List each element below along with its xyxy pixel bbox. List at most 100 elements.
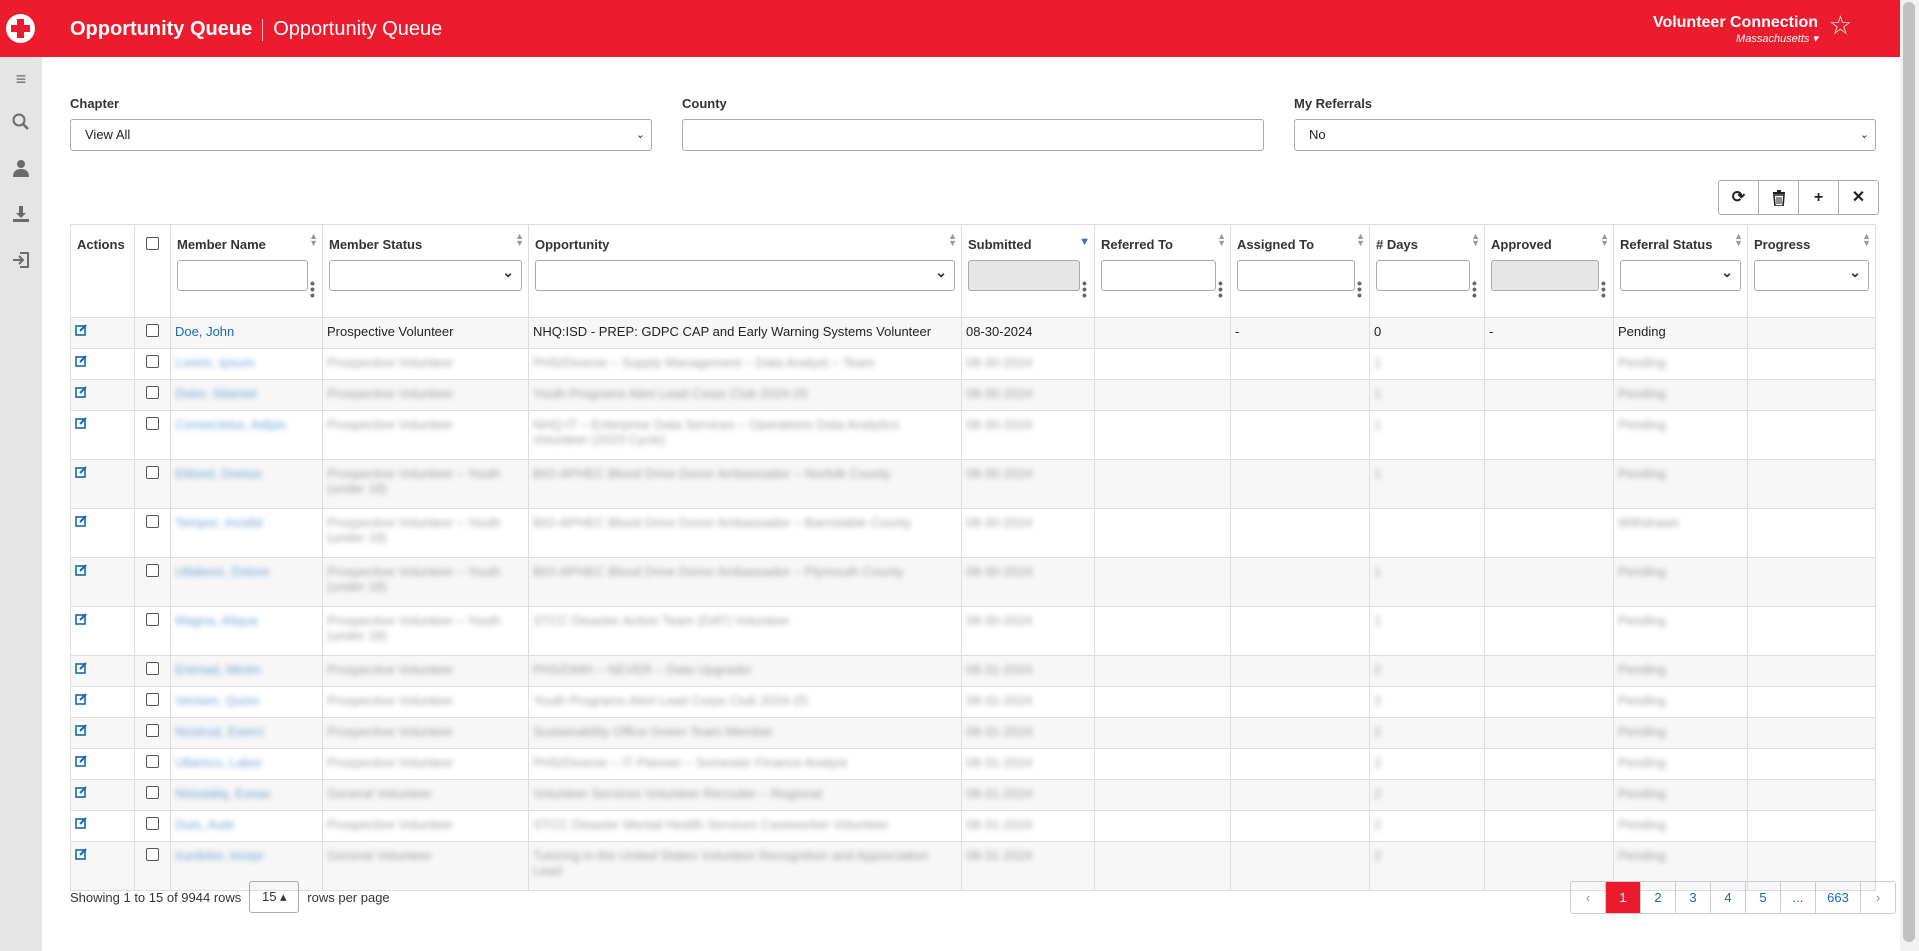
logout-icon[interactable] <box>0 245 42 281</box>
edit-icon[interactable] <box>75 417 87 432</box>
col-days[interactable]: # Days ▲ ▼ • • • <box>1369 224 1485 318</box>
referral-status-filter-select[interactable] <box>1620 260 1741 291</box>
member-name[interactable]: Enimad, Minim <box>175 662 261 677</box>
edit-icon[interactable] <box>75 355 87 370</box>
page-5-button[interactable]: 5 <box>1745 882 1780 913</box>
user-icon[interactable] <box>0 153 42 189</box>
more-options-icon[interactable]: • • • <box>1472 276 1477 302</box>
row-checkbox[interactable] <box>146 848 159 861</box>
county-input[interactable] <box>682 119 1264 151</box>
page-scrollbar[interactable] <box>1900 0 1919 951</box>
region-dropdown[interactable]: Massachusetts ▾ <box>1653 32 1818 45</box>
days-filter-input[interactable] <box>1376 260 1470 291</box>
edit-icon[interactable] <box>75 613 87 628</box>
edit-icon[interactable] <box>75 324 87 339</box>
col-referral-status[interactable]: Referral Status ▲ ▼ <box>1613 224 1748 318</box>
row-checkbox[interactable] <box>146 755 159 768</box>
member-name[interactable]: Elitsed, Doeius <box>175 466 262 481</box>
add-icon[interactable]: + <box>1798 181 1838 214</box>
next-page-button[interactable]: › <box>1860 882 1895 913</box>
col-submitted[interactable]: Submitted ▼ • • • <box>961 224 1095 318</box>
sort-icon[interactable]: ▲ ▼ <box>1356 232 1365 248</box>
page-663-button[interactable]: 663 <box>1815 882 1860 913</box>
col-member-status[interactable]: Member Status ▲ ▼ <box>322 224 529 318</box>
edit-icon[interactable] <box>75 693 87 708</box>
member-name[interactable]: Ullamco, Labor <box>175 755 262 770</box>
prev-page-button[interactable]: ‹ <box>1571 882 1605 913</box>
edit-icon[interactable] <box>75 817 87 832</box>
edit-icon[interactable] <box>75 755 87 770</box>
col-progress[interactable]: Progress ▲ ▼ <box>1747 224 1876 318</box>
member-name[interactable]: Dolor, Sitamet <box>175 386 257 401</box>
download-icon[interactable] <box>0 199 42 235</box>
more-options-icon[interactable]: • • • <box>1218 276 1223 302</box>
member-name[interactable]: Nisiutaliq, Exeac <box>175 786 271 801</box>
member-name[interactable]: Irurdolor, Inrepr <box>175 848 264 863</box>
sort-icon[interactable]: ▲ ▼ <box>1734 232 1743 248</box>
referred-to-filter-input[interactable] <box>1101 260 1216 291</box>
sort-icon[interactable]: ▲ ▼ <box>1600 232 1609 248</box>
member-name[interactable]: Nostrud, Exerci <box>175 724 264 739</box>
edit-icon[interactable] <box>75 515 87 530</box>
member-name[interactable]: Duis, Aute <box>175 817 234 832</box>
member-name[interactable]: Consectetur, Adipis <box>175 417 286 432</box>
row-checkbox[interactable] <box>146 386 159 399</box>
row-checkbox[interactable] <box>146 662 159 675</box>
progress-filter-select[interactable] <box>1754 260 1869 291</box>
row-checkbox[interactable] <box>146 693 159 706</box>
close-icon[interactable]: ✕ <box>1838 181 1878 214</box>
sort-icon[interactable]: ▲ ▼ <box>1217 232 1226 248</box>
sort-icon[interactable]: ▲ ▼ <box>948 232 957 248</box>
col-member-name[interactable]: Member Name ▲ ▼ • • • <box>170 224 323 318</box>
row-checkbox[interactable] <box>146 417 159 430</box>
row-checkbox[interactable] <box>146 786 159 799</box>
page-4-button[interactable]: 4 <box>1710 882 1745 913</box>
more-options-icon[interactable]: • • • <box>1082 276 1087 302</box>
sort-icon[interactable]: ▲ ▼ <box>515 232 524 248</box>
page-2-button[interactable]: 2 <box>1640 882 1675 913</box>
delete-icon[interactable] <box>1758 181 1798 214</box>
more-options-icon[interactable]: • • • <box>1357 276 1362 302</box>
col-referred-to[interactable]: Referred To ▲ ▼ • • • <box>1094 224 1231 318</box>
row-checkbox[interactable] <box>146 355 159 368</box>
select-all-checkbox[interactable] <box>146 237 159 250</box>
member-name[interactable]: Magna, Aliqua <box>175 613 257 628</box>
row-checkbox[interactable] <box>146 724 159 737</box>
member-status-filter-select[interactable] <box>329 260 522 291</box>
page-size-select[interactable]: 15 ▴ <box>249 881 300 913</box>
sort-icon[interactable]: ▲ ▼ <box>1471 232 1480 248</box>
member-name[interactable]: Lorem, Ipsum <box>175 355 254 370</box>
col-opportunity[interactable]: Opportunity ▲ ▼ <box>528 224 962 318</box>
more-options-icon[interactable]: • • • <box>1601 276 1606 302</box>
sort-desc-icon[interactable]: ▼ <box>1079 237 1090 248</box>
member-name-filter-input[interactable] <box>177 260 308 291</box>
page-1-button[interactable]: 1 <box>1605 882 1640 913</box>
scrollbar-thumb[interactable] <box>1903 2 1915 942</box>
row-checkbox[interactable] <box>146 613 159 626</box>
app-region-switcher[interactable]: Volunteer Connection Massachusetts ▾ <box>1653 14 1818 45</box>
favorite-star-icon[interactable]: ☆ <box>1829 10 1852 41</box>
member-name[interactable]: Tempor, Incidid <box>175 515 262 530</box>
chapter-select[interactable]: View All ⌄ <box>70 119 652 151</box>
member-name[interactable]: Utlabore, Dolore <box>175 564 270 579</box>
menu-icon[interactable]: ≡ <box>0 61 42 97</box>
opportunity-filter-select[interactable] <box>535 260 955 291</box>
sort-icon[interactable]: ▲ ▼ <box>309 232 318 248</box>
more-options-icon[interactable]: • • • <box>310 276 315 302</box>
member-name[interactable]: Doe, John <box>175 324 234 339</box>
page-3-button[interactable]: 3 <box>1675 882 1710 913</box>
edit-icon[interactable] <box>75 786 87 801</box>
sort-icon[interactable]: ▲ ▼ <box>1862 232 1871 248</box>
my-referrals-select[interactable]: No ⌄ <box>1294 119 1876 151</box>
row-checkbox[interactable] <box>146 324 159 337</box>
edit-icon[interactable] <box>75 848 87 863</box>
edit-icon[interactable] <box>75 386 87 401</box>
edit-icon[interactable] <box>75 724 87 739</box>
edit-icon[interactable] <box>75 564 87 579</box>
row-checkbox[interactable] <box>146 466 159 479</box>
assigned-to-filter-input[interactable] <box>1237 260 1355 291</box>
row-checkbox[interactable] <box>146 564 159 577</box>
search-icon[interactable] <box>0 107 42 143</box>
member-name[interactable]: Veniam, Quisn <box>175 693 260 708</box>
col-approved[interactable]: Approved ▲ ▼ • • • <box>1484 224 1614 318</box>
